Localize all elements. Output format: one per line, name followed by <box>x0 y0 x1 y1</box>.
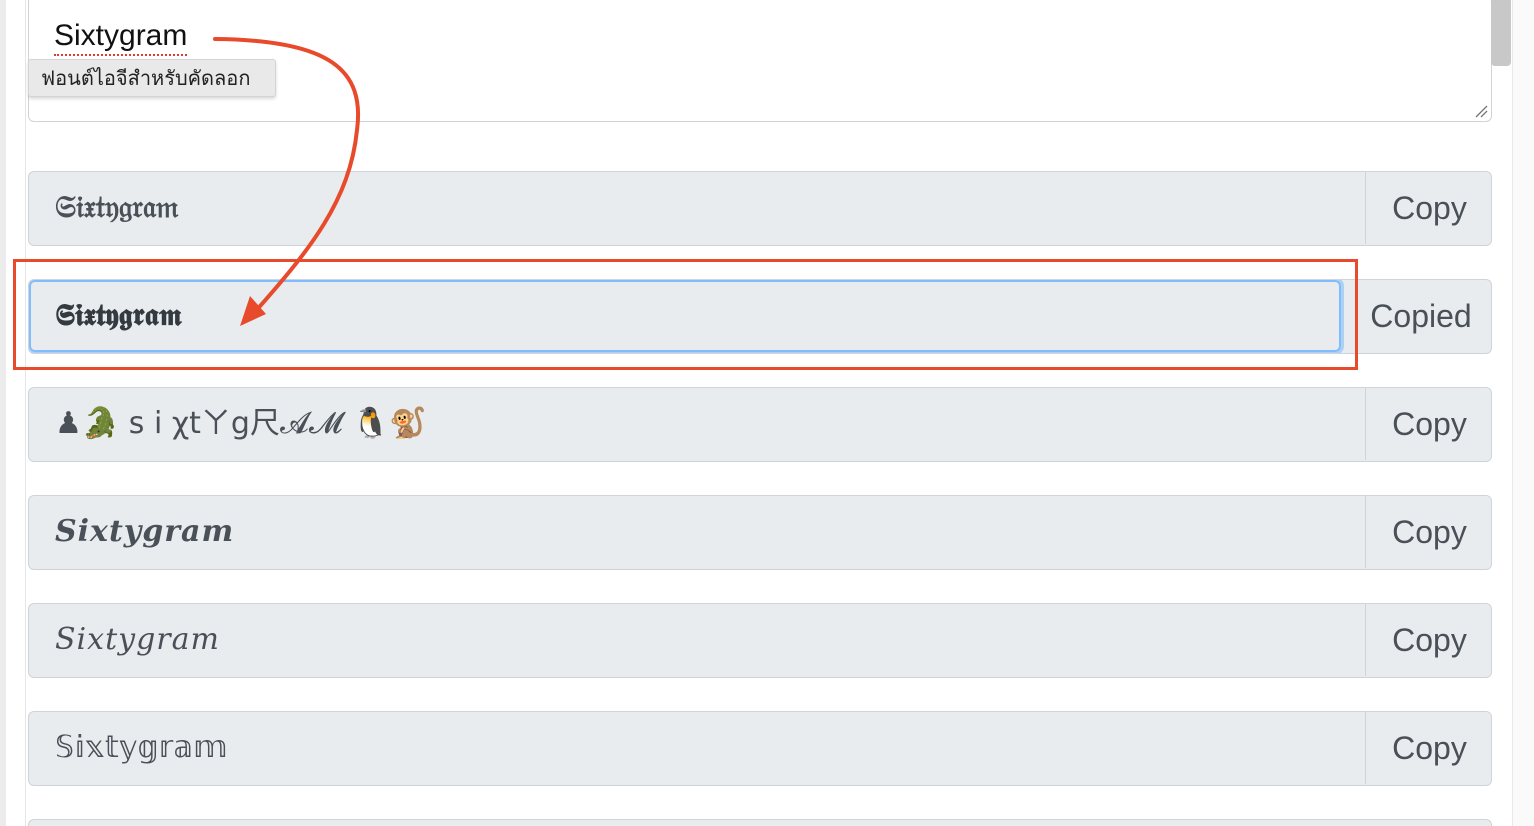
copy-button[interactable]: Copy <box>1365 604 1491 676</box>
font-output-field[interactable]: 𝕊𝕚𝕩𝕥𝕪𝕘𝕣𝕒𝕞 <box>29 712 1365 784</box>
font-row-1: 𝔖𝔦𝔵𝔱𝔶𝔤𝔯𝔞𝔪 Copy <box>28 171 1492 246</box>
font-output-field[interactable]: 𝔖𝔦𝔵𝔱𝔶𝔤𝔯𝔞𝔪 <box>29 172 1365 244</box>
left-divider <box>25 0 26 826</box>
font-output-field[interactable]: ♟🐊 s i χtㄚg尺𝓐𝓜 🐧🐒 <box>29 388 1365 460</box>
font-output-field-focused[interactable]: 𝕾𝖎𝖝𝖙𝖞𝖌𝖗𝖆𝖒 <box>29 280 1341 352</box>
scrollbar-thumb[interactable] <box>1491 0 1511 66</box>
font-row-6: 𝕊𝕚𝕩𝕥𝕪𝕘𝕣𝕒𝕞 Copy <box>28 711 1492 786</box>
font-row-3: ♟🐊 s i χtㄚg尺𝓐𝓜 🐧🐒 Copy <box>28 387 1492 462</box>
font-row-7-partial <box>28 819 1492 826</box>
font-output-field[interactable]: 𝑺𝒊𝒙𝒕𝒚𝒈𝒓𝒂𝒎 <box>29 496 1365 568</box>
font-generator-page: Sixtygram ฟอนต์ไอจีสำหรับคัดลอก 𝔖𝔦𝔵𝔱𝔶𝔤𝔯𝔞… <box>0 0 1534 826</box>
font-output-field[interactable]: 𝑆𝑖𝑥𝑡𝑦𝑔𝑟𝑎𝑚 <box>29 604 1365 676</box>
copied-button[interactable]: Copied <box>1341 280 1491 352</box>
font-row-4: 𝑺𝒊𝒙𝒕𝒚𝒈𝒓𝒂𝒎 Copy <box>28 495 1492 570</box>
copy-button[interactable]: Copy <box>1365 496 1491 568</box>
spellcheck-tooltip: ฟอนต์ไอจีสำหรับคัดลอก <box>28 59 276 97</box>
scrollbar-track[interactable] <box>1512 0 1534 826</box>
left-rail <box>0 0 6 826</box>
font-row-2: 𝕾𝖎𝖝𝖙𝖞𝖌𝖗𝖆𝖒 Copied <box>28 279 1492 354</box>
copy-button[interactable]: Copy <box>1365 388 1491 460</box>
resize-grip-icon[interactable] <box>1472 102 1488 118</box>
copy-button[interactable]: Copy <box>1365 712 1491 784</box>
source-text-value[interactable]: Sixtygram <box>54 18 188 56</box>
font-row-5: 𝑆𝑖𝑥𝑡𝑦𝑔𝑟𝑎𝑚 Copy <box>28 603 1492 678</box>
copy-button[interactable]: Copy <box>1365 172 1491 244</box>
